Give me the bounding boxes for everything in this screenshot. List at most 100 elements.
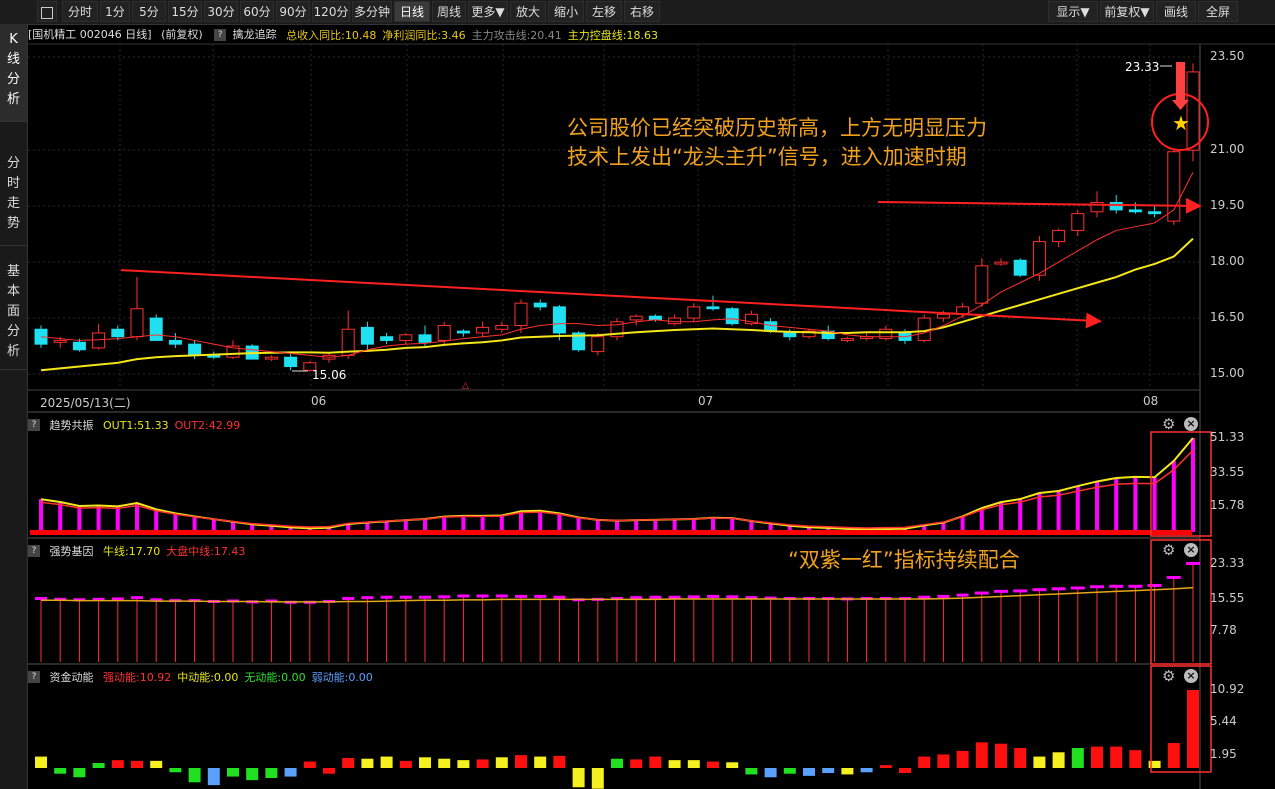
panel3-axis-label: 7.78 <box>1210 623 1237 637</box>
panel4-field-3: 弱动能:0.00 <box>311 671 373 684</box>
panel2-bar <box>1152 477 1157 532</box>
panel4-bar <box>726 762 739 768</box>
panel2-bar <box>173 513 178 532</box>
candle-body <box>975 265 989 304</box>
candle-body <box>130 308 144 338</box>
panel4-bar <box>284 768 297 777</box>
panel2-bar <box>154 509 159 532</box>
down-arrow-head <box>1172 100 1189 110</box>
close-icon[interactable]: × <box>1184 417 1198 431</box>
panel4-axis-label: 1.95 <box>1210 747 1237 761</box>
panel4-header: ? 资金动能 强动能:10.92 中动能:0.00 无动能:0.00 弱动能:0.00 <box>28 669 379 685</box>
gear-icon[interactable]: ⚙ <box>1162 542 1178 558</box>
panel2-bar <box>77 505 82 532</box>
panel3-bar <box>994 589 1008 593</box>
panel4-bar <box>707 761 719 768</box>
panel2-bar <box>1075 486 1080 532</box>
panel3-bar <box>1166 575 1181 579</box>
panel4-bar <box>879 765 892 768</box>
panel4-bar <box>495 757 508 768</box>
panel4-field-2: 无动能:0.00 <box>244 671 306 684</box>
panel2-bar <box>999 502 1003 532</box>
candle-body <box>936 313 950 319</box>
panel3-controls: ⚙ × <box>1162 542 1202 558</box>
panel3-bar <box>649 595 662 599</box>
candle-body <box>1128 209 1142 213</box>
panel2-bar <box>1095 481 1099 532</box>
panel2-bar <box>711 517 715 532</box>
panel3-bar <box>495 594 508 598</box>
panel3-bar <box>553 595 566 599</box>
panel4-bar <box>591 768 604 789</box>
annotation-main: 公司股价已经突破历史新高，上方无明显压力 技术上发出“龙头主升”信号，进入加速时… <box>567 114 987 172</box>
panel3-bar <box>937 594 950 598</box>
panel4-bar <box>457 760 470 768</box>
candle-body <box>188 343 202 356</box>
panel2-bar <box>1018 499 1023 532</box>
triangle-marker: △ <box>462 381 469 391</box>
annotation-line-2: 技术上发出“龙头主升”信号，进入加速时期 <box>567 145 967 169</box>
panel3-bar <box>1147 583 1162 587</box>
panel4-bar <box>188 768 201 783</box>
panel3-bar <box>1051 587 1066 591</box>
panel2-axis-label: 15.78 <box>1210 498 1245 512</box>
candle-body <box>533 302 547 308</box>
panel4-bar <box>1110 746 1123 768</box>
candle-body <box>1148 211 1162 215</box>
panel4-bar <box>73 768 86 778</box>
date-axis-label: 08 <box>1143 394 1159 408</box>
gear-icon[interactable]: ⚙ <box>1162 668 1178 684</box>
candle-body <box>53 339 67 343</box>
panel3-bar <box>1070 586 1085 590</box>
close-icon[interactable]: × <box>1184 669 1198 683</box>
candle-body <box>284 356 298 368</box>
panel2-base-band <box>30 530 1192 535</box>
candle-body <box>764 321 778 332</box>
ma-slow-line <box>40 237 1194 372</box>
panel2-bar <box>480 515 485 532</box>
candle-body <box>917 317 931 341</box>
panel4-bar <box>918 756 931 768</box>
panel4-axis-label: 5.44 <box>1210 714 1237 728</box>
panel3-bar <box>956 593 969 597</box>
panel4-bar <box>515 755 527 768</box>
panel2-bar <box>499 515 504 532</box>
price-axis-label: 21.00 <box>1210 142 1245 156</box>
help-icon[interactable]: ? <box>28 671 40 683</box>
panel4-bar <box>169 768 182 773</box>
panel4-name: 资金动能 <box>49 671 94 684</box>
panel4-controls: ⚙ × <box>1162 668 1202 684</box>
panel3-header: ? 强势基因 牛线:17.70 大盘中线:17.43 <box>28 543 251 559</box>
price-axis-label: 16.50 <box>1210 310 1245 324</box>
panel4-field-0: 强动能:10.92 <box>103 671 172 684</box>
gear-icon[interactable]: ⚙ <box>1162 416 1178 432</box>
panel3-bar <box>438 595 451 599</box>
panel4-bar <box>899 768 911 773</box>
candle-body <box>111 328 125 338</box>
candle-body <box>1167 151 1181 222</box>
panel4-bar <box>860 768 873 773</box>
high-price-marker: 23.33 <box>1125 60 1160 74</box>
panel2-bar <box>960 516 965 532</box>
panel3-bar <box>457 594 470 598</box>
panel3-highlight-box <box>1150 539 1212 665</box>
support-arrow <box>120 269 1102 329</box>
panel3-bar <box>131 596 143 600</box>
panel3-bar <box>515 594 527 598</box>
panel4-bar <box>323 768 335 774</box>
candle-body <box>514 302 528 327</box>
panel4-bar <box>803 768 815 776</box>
panel3-bar <box>687 595 700 599</box>
help-icon[interactable]: ? <box>28 545 40 557</box>
panel3-bar <box>1186 562 1200 565</box>
panel3-bar <box>342 596 355 600</box>
help-icon[interactable]: ? <box>28 419 40 431</box>
panel3-bar <box>974 591 989 595</box>
candle-body <box>725 308 739 325</box>
low-price-marker: 15.06 <box>312 368 347 382</box>
candle-body <box>168 339 182 345</box>
close-icon[interactable]: × <box>1184 543 1198 557</box>
panel4-bar <box>35 756 47 768</box>
panel3-bar <box>419 595 431 599</box>
panel3-axis-label: 23.33 <box>1210 556 1245 570</box>
